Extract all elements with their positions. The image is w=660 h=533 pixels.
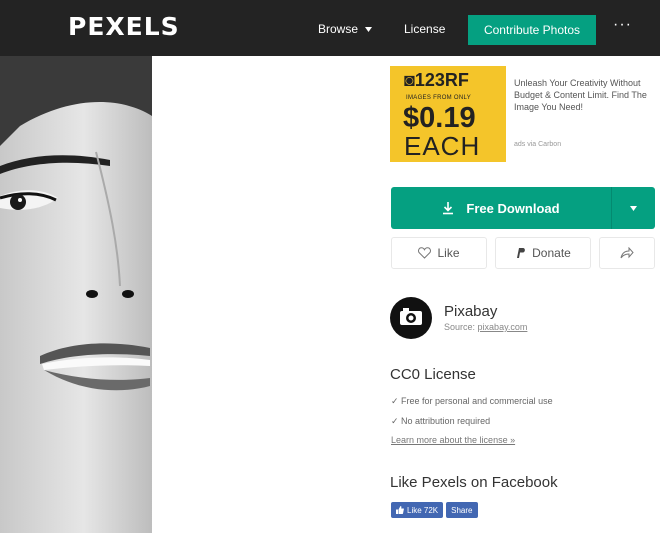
chevron-down-icon [630, 205, 637, 211]
license-link[interactable]: License [404, 22, 445, 36]
photo-image [0, 56, 152, 533]
main-photo[interactable] [0, 56, 152, 533]
ad-camera-icon: ◙ [404, 70, 415, 90]
facebook-buttons: Like 72K Share [391, 502, 478, 518]
browse-label: Browse [318, 22, 359, 36]
thumbs-up-icon [396, 506, 404, 514]
share-icon [620, 247, 634, 259]
download-icon [443, 201, 454, 214]
ad-tagline: IMAGES FROM ONLY [406, 95, 472, 101]
license-title: CC0 License [390, 366, 476, 383]
facebook-title: Like Pexels on Facebook [390, 474, 558, 491]
heart-icon [418, 247, 432, 259]
author-source: Source: pixabay.com [444, 322, 527, 332]
source-link[interactable]: pixabay.com [478, 322, 528, 332]
ad-banner-image: ◙123RF IMAGES FROM ONLY $0.19 EACH [390, 66, 506, 162]
share-button[interactable] [599, 237, 655, 269]
free-download-button[interactable]: Free Download [391, 187, 611, 229]
facebook-like-label: Like 72K [407, 505, 439, 515]
facebook-share-button[interactable]: Share [446, 502, 478, 518]
ad-description[interactable]: Unleash Your Creativity Without Budget &… [514, 77, 650, 113]
paypal-icon [517, 248, 526, 258]
top-navbar: PEXELS Browse License Contribute Photos … [0, 0, 660, 56]
author-name[interactable]: Pixabay [444, 303, 497, 320]
like-label: Like [437, 246, 460, 260]
pexels-logo[interactable]: PEXELS [68, 12, 180, 41]
ad-via-carbon[interactable]: ads via Carbon [514, 141, 561, 148]
license-line-attribution: ✓ No attribution required [391, 416, 491, 426]
more-menu-icon[interactable]: ··· [613, 16, 632, 34]
chevron-down-icon [365, 26, 373, 32]
ad-brand-logo: ◙123RF [404, 70, 469, 91]
contribute-photos-button[interactable]: Contribute Photos [468, 15, 596, 45]
ad-unit: EACH [404, 131, 481, 161]
source-prefix: Source: [444, 322, 476, 332]
donate-button[interactable]: Donate [495, 237, 591, 269]
license-learn-more-link[interactable]: Learn more about the license » [391, 435, 515, 445]
advertisement[interactable]: ◙123RF IMAGES FROM ONLY $0.19 EACH Unlea… [390, 66, 654, 162]
pixabay-logo-icon [400, 308, 422, 325]
ad-brand-name: 123RF [414, 70, 469, 90]
free-download-label: Free Download [466, 200, 560, 216]
license-line-commercial: ✓ Free for personal and commercial use [391, 396, 553, 406]
author-avatar[interactable] [390, 297, 432, 339]
download-options-button[interactable] [612, 187, 655, 229]
donate-label: Donate [532, 246, 571, 260]
free-download-button-group: Free Download [391, 187, 655, 229]
browse-menu[interactable]: Browse [318, 22, 373, 36]
like-button[interactable]: Like [391, 237, 487, 269]
facebook-like-button[interactable]: Like 72K [391, 502, 444, 518]
